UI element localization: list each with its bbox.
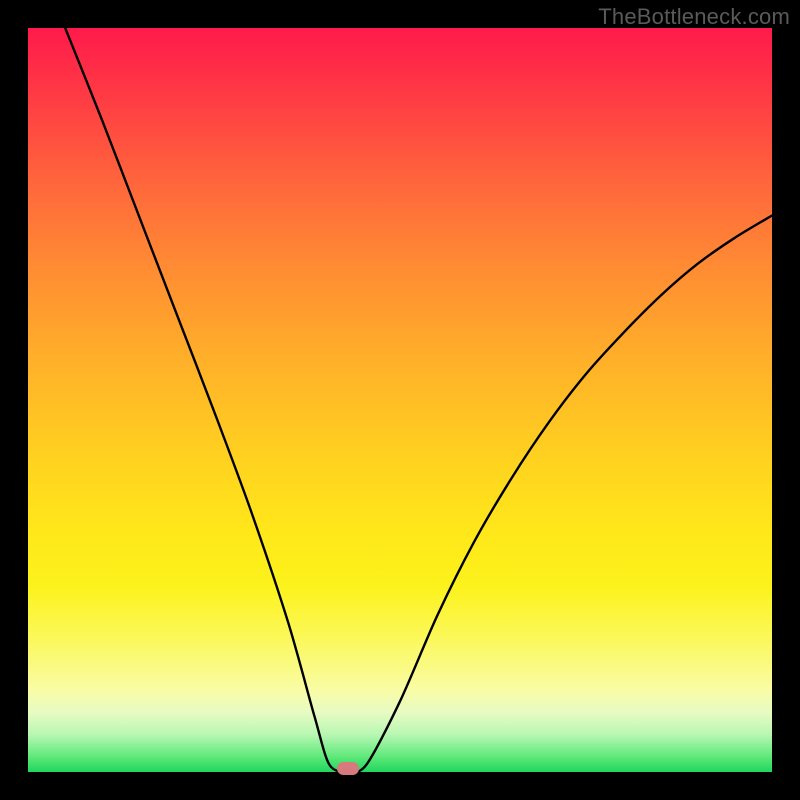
bottleneck-curve: [28, 28, 772, 772]
minimum-marker: [337, 762, 359, 775]
watermark-text: TheBottleneck.com: [598, 4, 790, 30]
chart-plot-area: [28, 28, 772, 772]
